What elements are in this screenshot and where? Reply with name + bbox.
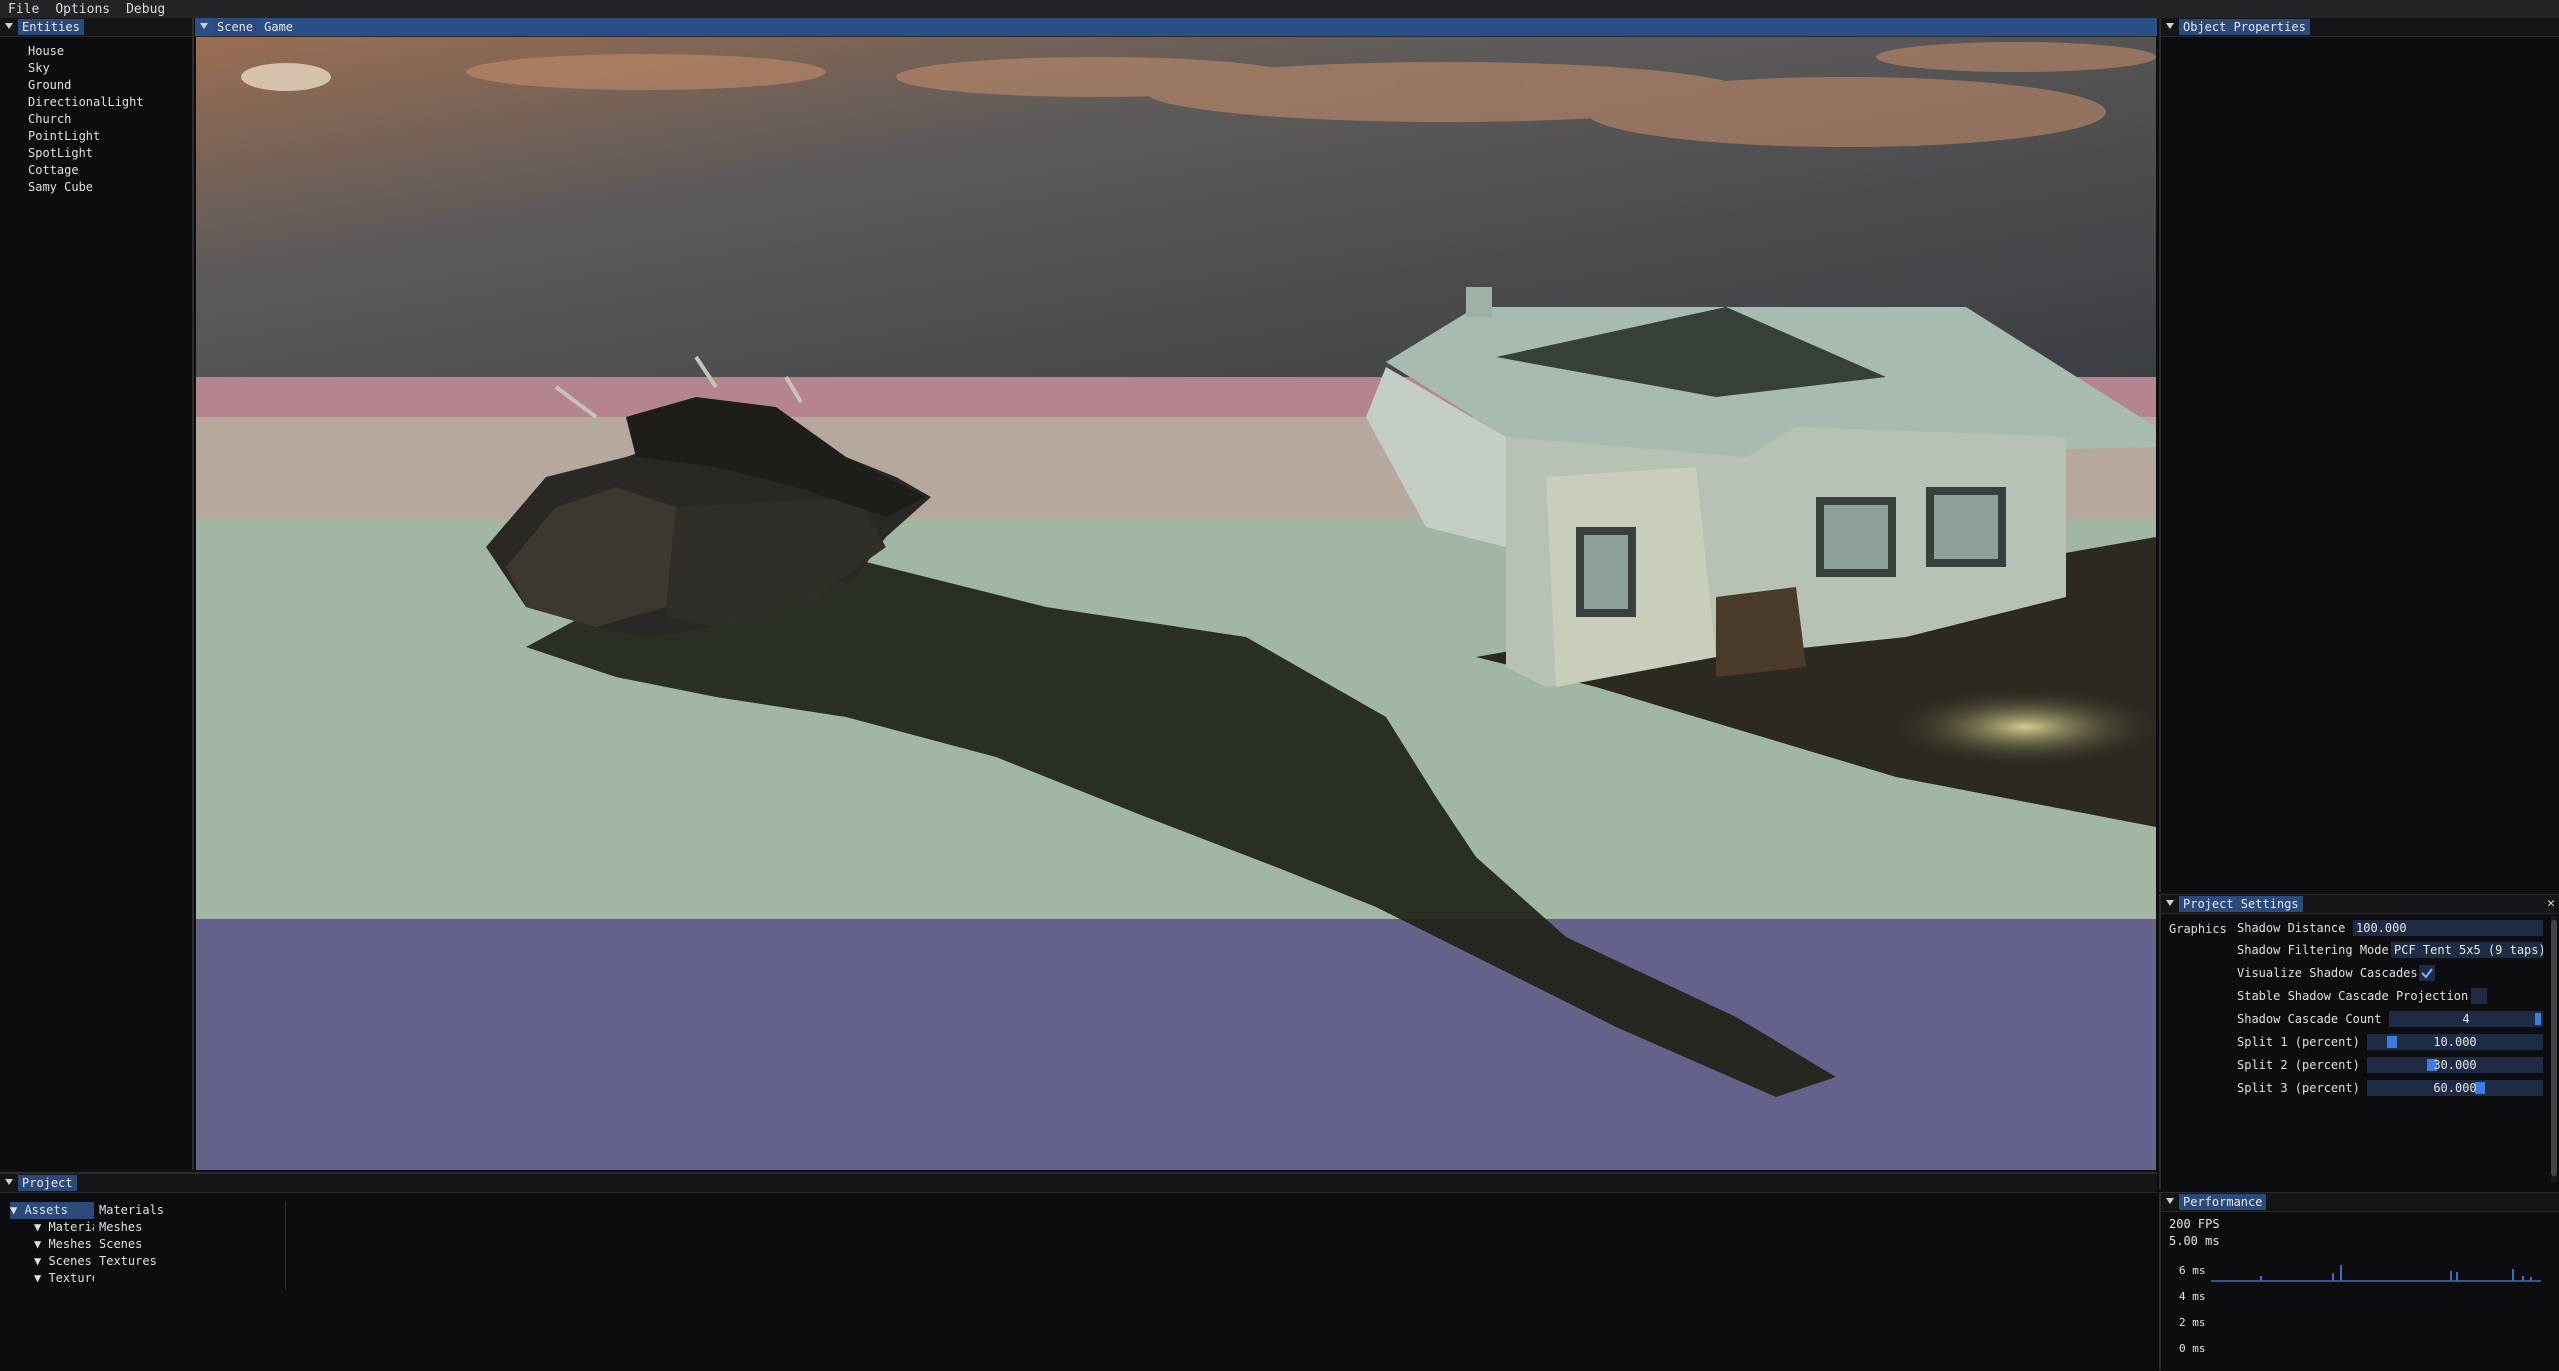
tree-item-scenes[interactable]: ▼ Scenes xyxy=(10,1253,94,1270)
performance-tab[interactable]: Performance xyxy=(2179,1194,2267,1210)
cascade-band-4 xyxy=(196,919,2156,1170)
y-label-0ms: 0 ms xyxy=(2179,1342,2206,1355)
entity-item[interactable]: DirectionalLight xyxy=(28,94,192,111)
filtering-mode-select[interactable]: PCF Tent 5x5 (9 taps) xyxy=(2391,942,2543,958)
collapse-icon[interactable] xyxy=(2166,1198,2174,1206)
object-properties-header: Object Properties xyxy=(2161,18,2559,37)
tree-item-assets[interactable]: ▼ Assets xyxy=(10,1202,94,1219)
y-label-4ms: 4 ms xyxy=(2179,1290,2206,1303)
project-settings-panel: Project Settings ✕ Graphics Shadow Dista… xyxy=(2159,894,2559,1189)
split2-row: Split 2 (percent) xyxy=(2237,1056,2360,1074)
entity-item[interactable]: Samy Cube xyxy=(28,179,192,196)
y-label-6ms: 6 ms xyxy=(2179,1264,2206,1277)
project-settings-header: Project Settings ✕ xyxy=(2161,895,2559,914)
scrollbar[interactable] xyxy=(2551,916,2557,1182)
entity-item[interactable]: PointLight xyxy=(28,128,192,145)
collapse-icon[interactable] xyxy=(5,23,13,31)
split1-row: Split 1 (percent) xyxy=(2237,1033,2360,1051)
frame-time-text: 5.00 ms xyxy=(2169,1234,2220,1248)
entities-header: Entities xyxy=(0,18,192,37)
object-properties-tab[interactable]: Object Properties xyxy=(2179,19,2310,35)
tab-game[interactable]: Game xyxy=(260,19,297,35)
entity-item[interactable]: Church xyxy=(28,111,192,128)
cascade-count-row: Shadow Cascade Count xyxy=(2237,1010,2382,1028)
cascade-count-value: 4 xyxy=(2462,1012,2470,1026)
tree-item-label: Materials xyxy=(48,1220,94,1234)
folder-item[interactable]: Scenes xyxy=(99,1236,285,1253)
folder-list: Materials Meshes Scenes Textures xyxy=(99,1202,286,1290)
collapse-icon[interactable] xyxy=(200,23,208,31)
tree-item-meshes[interactable]: ▼ Meshes xyxy=(10,1236,94,1253)
project-settings-tab[interactable]: Project Settings xyxy=(2179,896,2303,912)
menu-options[interactable]: Options xyxy=(47,2,118,17)
cascade-count-slider[interactable]: 4 xyxy=(2389,1011,2543,1027)
entities-tab[interactable]: Entities xyxy=(18,19,84,35)
entity-item[interactable]: SpotLight xyxy=(28,145,192,162)
split1-slider[interactable]: 10.000 xyxy=(2367,1034,2543,1050)
scrollbar-thumb[interactable] xyxy=(2551,920,2557,1176)
close-icon[interactable]: ✕ xyxy=(2547,896,2555,911)
project-panel: Project ▼ Assets ▼ Materials ▼ Meshes ▼ … xyxy=(0,1172,2157,1371)
entity-item[interactable]: Sky xyxy=(28,60,192,77)
tree-item-label: Scenes xyxy=(48,1254,92,1268)
y-label-2ms: 2 ms xyxy=(2179,1316,2206,1329)
performance-panel: Performance 200 FPS 5.00 ms 6 ms 4 ms 2 … xyxy=(2159,1192,2559,1370)
tree-item-label: Meshes xyxy=(48,1237,92,1251)
performance-header: Performance xyxy=(2161,1193,2559,1212)
split3-slider[interactable]: 60.000 xyxy=(2367,1080,2543,1096)
tree-item-textures[interactable]: ▼ Textures xyxy=(10,1270,94,1287)
visualize-cascades-label: Visualize Shadow Cascades xyxy=(2237,966,2418,980)
shadow-distance-input[interactable]: 100.000 xyxy=(2353,920,2543,936)
entity-item[interactable]: Ground xyxy=(28,77,192,94)
folder-item[interactable]: Textures xyxy=(99,1253,285,1270)
entity-item[interactable]: House xyxy=(28,43,192,60)
visualize-cascades-checkbox[interactable] xyxy=(2419,965,2435,981)
menu-bar: File Options Debug xyxy=(0,0,2559,18)
menu-file[interactable]: File xyxy=(0,2,47,17)
menu-debug[interactable]: Debug xyxy=(118,2,173,17)
tree-item-label: Textures xyxy=(48,1271,94,1285)
filtering-mode-row: Shadow Filtering Mode xyxy=(2237,941,2389,959)
spotlight-glow xyxy=(1886,687,2156,767)
shadow-distance-label: Shadow Distance xyxy=(2237,921,2346,935)
frame-time-graph xyxy=(2211,1265,2541,1282)
scene-header: Scene Game xyxy=(195,18,2157,37)
tab-scene[interactable]: Scene xyxy=(213,19,258,35)
split1-value: 10.000 xyxy=(2433,1035,2477,1049)
filtering-mode-label: Shadow Filtering Mode xyxy=(2237,943,2389,957)
visualize-cascades-row: Visualize Shadow Cascades xyxy=(2237,964,2418,982)
checkmark-icon xyxy=(2421,968,2433,979)
split2-value: 30.000 xyxy=(2433,1058,2477,1072)
collapse-icon[interactable] xyxy=(5,1179,13,1187)
fps-text: 200 FPS xyxy=(2169,1217,2220,1231)
split1-label: Split 1 (percent) xyxy=(2237,1035,2360,1049)
project-tab[interactable]: Project xyxy=(18,1175,77,1191)
shadow-distance-row: Shadow Distance xyxy=(2237,919,2345,937)
entity-list: House Sky Ground DirectionalLight Church… xyxy=(0,43,192,196)
tree-item-materials[interactable]: ▼ Materials xyxy=(10,1219,94,1236)
object-properties-panel: Object Properties xyxy=(2159,18,2559,892)
collapse-icon[interactable] xyxy=(2166,900,2174,908)
cascade-count-label: Shadow Cascade Count xyxy=(2237,1012,2382,1026)
entities-panel: Entities House Sky Ground DirectionalLig… xyxy=(0,18,194,1170)
scene-viewport[interactable] xyxy=(196,37,2156,1170)
project-header: Project xyxy=(0,1174,2157,1193)
folder-item[interactable]: Materials xyxy=(99,1202,285,1219)
split3-label: Split 3 (percent) xyxy=(2237,1081,2360,1095)
split2-slider[interactable]: 30.000 xyxy=(2367,1057,2543,1073)
split2-label: Split 2 (percent) xyxy=(2237,1058,2360,1072)
split3-value: 60.000 xyxy=(2433,1081,2477,1095)
section-graphics[interactable]: Graphics xyxy=(2169,922,2227,936)
scene-render xyxy=(196,37,2156,1170)
tree-item-label: Assets xyxy=(24,1203,68,1217)
split3-row: Split 3 (percent) xyxy=(2237,1079,2360,1097)
collapse-icon[interactable] xyxy=(2166,23,2174,31)
stable-projection-label: Stable Shadow Cascade Projection xyxy=(2237,989,2469,1003)
stable-projection-checkbox[interactable] xyxy=(2471,988,2487,1004)
asset-tree: ▼ Assets ▼ Materials ▼ Meshes ▼ Scenes ▼… xyxy=(10,1202,94,1287)
folder-item[interactable]: Meshes xyxy=(99,1219,285,1236)
stable-projection-row: Stable Shadow Cascade Projection xyxy=(2237,987,2468,1005)
entity-item[interactable]: Cottage xyxy=(28,162,192,179)
